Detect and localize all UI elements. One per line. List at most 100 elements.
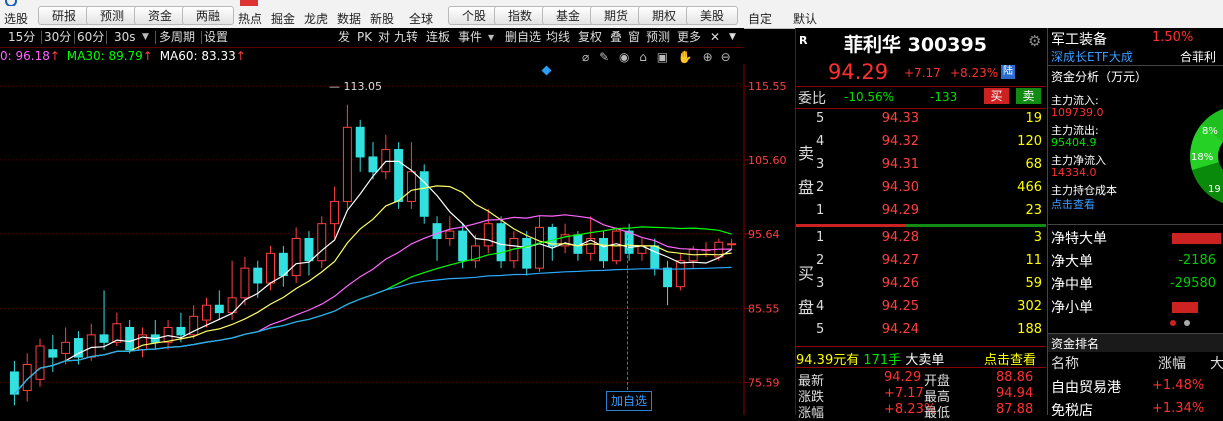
- big-order-view-link[interactable]: 点击查看: [984, 349, 1036, 368]
- candle-body[interactable]: [381, 149, 391, 173]
- candle-body[interactable]: [432, 223, 442, 240]
- candle-body[interactable]: [86, 334, 96, 358]
- tab-stock[interactable]: 个股: [448, 6, 500, 25]
- ma-lines-button[interactable]: 均线: [546, 28, 570, 47]
- candle-body[interactable]: [445, 230, 455, 240]
- candle-body[interactable]: [406, 171, 416, 202]
- candle-body[interactable]: [496, 223, 506, 262]
- candle-body[interactable]: [458, 230, 468, 262]
- toolbar-pk[interactable]: PK: [357, 28, 372, 47]
- candle-body[interactable]: [202, 304, 211, 321]
- gear-icon[interactable]: ⚙: [1028, 32, 1041, 50]
- candle-body[interactable]: [394, 149, 404, 202]
- ask-row[interactable]: 1 94.29 23: [796, 203, 1046, 226]
- lock-icon[interactable]: ⌂: [639, 50, 647, 64]
- tab-us-stocks[interactable]: 美股: [686, 6, 738, 25]
- toolbar-lianban[interactable]: 连板: [426, 28, 450, 47]
- candle-body[interactable]: [304, 238, 314, 262]
- forecast-chart-button[interactable]: 预测: [646, 28, 670, 47]
- adjust-button[interactable]: 复权: [578, 28, 602, 47]
- tab-fund[interactable]: 基金: [542, 6, 594, 25]
- candle-body[interactable]: [278, 252, 288, 277]
- add-watchlist-button[interactable]: 加自选: [606, 391, 652, 411]
- candle-body[interactable]: [317, 223, 327, 262]
- candle-body[interactable]: [522, 238, 532, 269]
- period-15min[interactable]: 15分: [8, 28, 35, 47]
- toolbar-item-juejin[interactable]: 掘金: [271, 10, 295, 27]
- candle-body[interactable]: [61, 341, 71, 354]
- candle-body[interactable]: [675, 260, 685, 288]
- bid-row[interactable]: 2 94.27 11: [796, 253, 1046, 276]
- chevron-down-icon[interactable]: ▼: [142, 28, 149, 47]
- bid-row[interactable]: 1 94.28 3: [796, 230, 1046, 253]
- candle-body[interactable]: [483, 223, 493, 247]
- rank-name[interactable]: 免税店: [1051, 400, 1093, 420]
- pager-dot[interactable]: [1184, 320, 1190, 326]
- sector-name[interactable]: 军工装备: [1051, 29, 1107, 49]
- toolbar-item-xuangu[interactable]: 选股: [4, 10, 28, 27]
- remove-watchlist-button[interactable]: 删自选: [505, 28, 541, 47]
- tab-index[interactable]: 指数: [494, 6, 546, 25]
- buy-button[interactable]: 买: [984, 88, 1009, 104]
- candle-body[interactable]: [99, 334, 109, 343]
- ask-row[interactable]: 3 94.31 68: [796, 157, 1046, 180]
- candle-body[interactable]: [663, 267, 673, 288]
- toolbar-item-redian[interactable]: 热点: [238, 10, 262, 27]
- eye-icon[interactable]: ◉: [619, 50, 629, 64]
- pager-dot[interactable]: [1170, 320, 1176, 326]
- period-60min[interactable]: 60分: [77, 28, 104, 47]
- chevron-down-icon[interactable]: ▼: [729, 28, 736, 47]
- candle-body[interactable]: [419, 171, 429, 217]
- etf-link-2[interactable]: 合菲利: [1180, 48, 1216, 65]
- toolbar-fa[interactable]: 发: [338, 28, 350, 47]
- bid-row[interactable]: 5 94.24 188: [796, 322, 1046, 345]
- ask-row[interactable]: 4 94.32 120: [796, 134, 1046, 157]
- drawing-icon[interactable]: ⌀: [582, 50, 589, 64]
- candle-body[interactable]: [240, 267, 250, 299]
- zoom-out-icon[interactable]: ⊖: [721, 50, 731, 64]
- pen-icon[interactable]: ✎: [599, 50, 609, 64]
- candle-body[interactable]: [163, 326, 173, 343]
- candle-body[interactable]: [214, 304, 224, 314]
- research-report-button[interactable]: 研报: [38, 6, 90, 25]
- toolbar-item-default[interactable]: 默认: [793, 10, 817, 27]
- tab-futures[interactable]: 期货: [590, 6, 642, 25]
- forecast-button[interactable]: 预测: [86, 6, 138, 25]
- margin-button[interactable]: 两融: [182, 6, 234, 25]
- candle-body[interactable]: [330, 200, 340, 225]
- toolbar-item-xingu[interactable]: 新股: [370, 10, 394, 27]
- zoom-in-icon[interactable]: ⊕: [703, 50, 713, 64]
- overlay-button[interactable]: 叠: [610, 28, 622, 47]
- bid-row[interactable]: 4 94.25 302: [796, 299, 1046, 322]
- etf-link[interactable]: 深成长ETF大成: [1051, 48, 1133, 65]
- candle-body[interactable]: [650, 245, 660, 269]
- ask-row[interactable]: 2 94.30 466: [796, 180, 1046, 203]
- save-icon[interactable]: ▣: [657, 50, 668, 64]
- toolbar-jiuzhuan[interactable]: 九转: [394, 28, 418, 47]
- period-30min[interactable]: 30分: [44, 28, 71, 47]
- chevron-down-icon[interactable]: ▼: [488, 28, 494, 47]
- candle-body[interactable]: [342, 126, 352, 202]
- multi-period-button[interactable]: 多周期: [159, 28, 195, 47]
- period-30s-select[interactable]: 30s: [114, 28, 136, 47]
- close-icon[interactable]: ✕: [710, 28, 720, 47]
- hand-icon[interactable]: ✋: [678, 50, 693, 64]
- candle-body[interactable]: [176, 326, 186, 336]
- toolbar-item-quanqiu[interactable]: 全球: [409, 10, 433, 27]
- window-button[interactable]: 窗: [628, 28, 640, 47]
- sell-button[interactable]: 卖: [1016, 88, 1041, 104]
- candle-body[interactable]: [35, 345, 45, 380]
- candle-body[interactable]: [368, 156, 378, 173]
- rank-header-big[interactable]: 大: [1210, 353, 1223, 373]
- candle-body[interactable]: [291, 238, 301, 277]
- more-button[interactable]: 更多: [677, 28, 701, 47]
- rank-name[interactable]: 自由贸易港: [1051, 377, 1121, 397]
- bid-row[interactable]: 3 94.26 59: [796, 276, 1046, 299]
- toolbar-item-custom[interactable]: 自定: [748, 10, 772, 27]
- candle-body[interactable]: [727, 243, 737, 246]
- capital-button[interactable]: 资金: [134, 6, 186, 25]
- candle-body[interactable]: [266, 252, 276, 284]
- rank-header-name[interactable]: 名称: [1051, 353, 1079, 373]
- settings-button[interactable]: 设置: [204, 28, 228, 47]
- tab-options[interactable]: 期权: [638, 6, 690, 25]
